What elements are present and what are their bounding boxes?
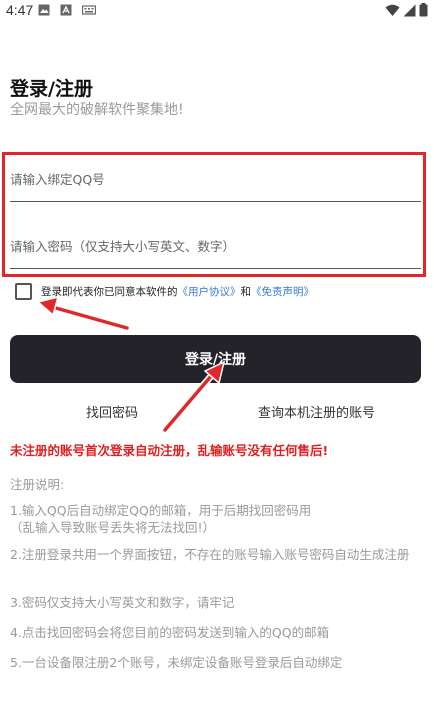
app-notification-icon (60, 4, 72, 16)
note-item: 1.输入QQ后自动绑定QQ的邮箱，用于后期找回密码用 （乱输入导致账号丢失将无法… (10, 503, 312, 535)
status-bar: 4:47 (0, 0, 434, 22)
disclaimer-link[interactable]: 《免责声明》 (251, 286, 314, 298)
page-subtitle: 全网最大的破解软件聚集地! (10, 102, 184, 118)
note-item: 4.点击找回密码会将您目前的密码发送到输入的QQ的邮箱 (10, 625, 330, 640)
user-agreement-link[interactable]: 《用户协议》 (178, 286, 241, 298)
warning-text: 未注册的账号首次登录自动注册，乱输账号没有任何售后! (10, 443, 329, 458)
battery-icon (419, 3, 428, 17)
wifi-icon (385, 4, 400, 16)
agreement-and: 和 (240, 286, 252, 298)
agreement-row: 登录即代表你已同意本软件的《用户协议》和《免责声明》 (15, 283, 314, 300)
arrow-to-checkbox-icon (36, 295, 131, 332)
login-register-button[interactable]: 登录/注册 (10, 335, 421, 383)
agreement-text: 登录即代表你已同意本软件的《用户协议》和《免责声明》 (41, 284, 314, 299)
note-item: 5.一台设备限注册2个账号，未绑定设备账号登录后自动绑定 (10, 655, 343, 670)
page-title: 登录/注册 (10, 78, 93, 100)
password-field (10, 219, 421, 269)
keyboard-notification-icon (82, 5, 96, 15)
agreement-prefix: 登录即代表你已同意本软件的 (41, 286, 178, 298)
note-item: 2.注册登录共用一个界面按钮，不存在的账号输入账号密码自动生成注册 (10, 547, 410, 562)
agreement-checkbox[interactable] (15, 283, 32, 300)
status-time: 4:47 (6, 2, 34, 18)
status-indicators (385, 3, 428, 17)
password-input[interactable] (10, 239, 421, 254)
find-password-link[interactable]: 找回密码 (86, 402, 138, 421)
qq-input[interactable] (10, 172, 421, 187)
note-item: 3.密码仅支持大小写英文和数字，请牢记 (10, 595, 235, 610)
photo-notification-icon (38, 4, 50, 16)
query-account-link[interactable]: 查询本机注册的账号 (258, 402, 375, 421)
qq-field (10, 152, 421, 202)
signal-icon (403, 4, 416, 16)
notes-title: 注册说明: (10, 477, 65, 492)
